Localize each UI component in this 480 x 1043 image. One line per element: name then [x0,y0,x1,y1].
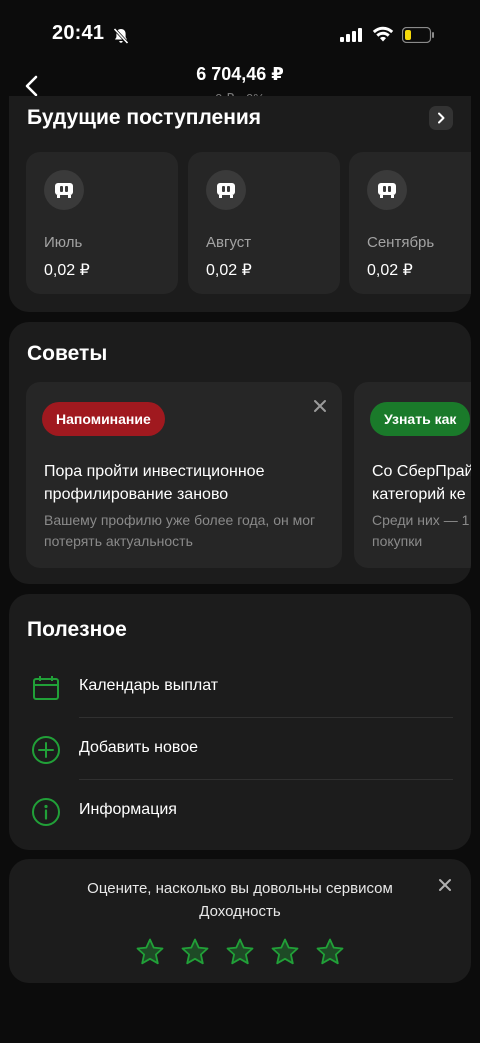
income-amount: 0,02 ₽ [367,262,413,279]
coupon-icon [367,170,407,210]
tip-text: Вашему профилю уже более года, он мог по… [44,512,316,549]
future-income-card: Будущие поступления Июль 0,02 ₽ Август 0… [9,96,471,312]
info-icon [32,798,60,826]
income-tile[interactable]: Июль 0,02 ₽ [26,152,178,294]
income-month: Сентябрь [367,234,435,251]
rating-stars [9,937,471,967]
useful-item-info[interactable]: Информация [9,780,471,842]
useful-item-label: Добавить новое [79,739,199,756]
tip-title: Пора пройти инвестиционное профилировани… [44,463,265,503]
section-title-tips: Советы [27,342,108,365]
tip-card[interactable]: Узнать как Со СберПрайм категорий ке Сре… [354,382,471,568]
status-time: 20:41 [52,22,105,44]
star-icon[interactable] [315,937,345,967]
portfolio-total: 6 704,46 ₽ [196,64,284,84]
tip-card[interactable]: Напоминание Пора пройти инвестиционное п… [26,382,342,568]
coupon-icon [206,170,246,210]
tip-badge: Узнать как [370,402,471,436]
future-more-button[interactable] [429,106,453,130]
star-icon[interactable] [180,937,210,967]
useful-item-add[interactable]: Добавить новое [9,718,471,780]
status-bar: 20:41 [0,0,480,62]
close-icon[interactable] [312,398,328,414]
section-title-future: Будущие поступления [27,106,262,129]
useful-card: Полезное Календарь выплат Добавить новое… [9,594,471,850]
chevron-right-icon [438,112,445,124]
income-month: Август [206,234,252,251]
tip-text: Среди них — 1 покупки [372,512,470,549]
useful-item-label: Календарь выплат [79,677,219,694]
income-tile[interactable]: Сентябрь 0,02 ₽ [349,152,471,294]
close-icon[interactable] [438,878,452,892]
tip-title: Со СберПрайм категорий ке [372,463,471,503]
battery-icon [402,27,434,43]
coupon-icon [44,170,84,210]
income-amount: 0,02 ₽ [206,262,252,279]
rating-prompt: Оцените, насколько вы довольны сервисом … [87,880,393,920]
plus-circle-icon [32,736,60,764]
rating-card: Оцените, насколько вы довольны сервисом … [9,859,471,983]
bell-muted-icon [113,27,129,45]
tips-card: Советы Напоминание Пора пройти инвестици… [9,322,471,584]
useful-item-label: Информация [79,801,177,818]
useful-item-calendar[interactable]: Календарь выплат [9,656,471,718]
income-amount: 0,02 ₽ [44,262,90,279]
star-icon[interactable] [270,937,300,967]
section-title-useful: Полезное [27,618,127,641]
calendar-icon [33,676,59,700]
income-month: Июль [44,234,83,251]
star-icon[interactable] [225,937,255,967]
wifi-icon [372,26,394,42]
signal-icon [340,28,362,42]
star-icon[interactable] [135,937,165,967]
tip-badge: Напоминание [42,402,165,436]
income-tile[interactable]: Август 0,02 ₽ [188,152,340,294]
